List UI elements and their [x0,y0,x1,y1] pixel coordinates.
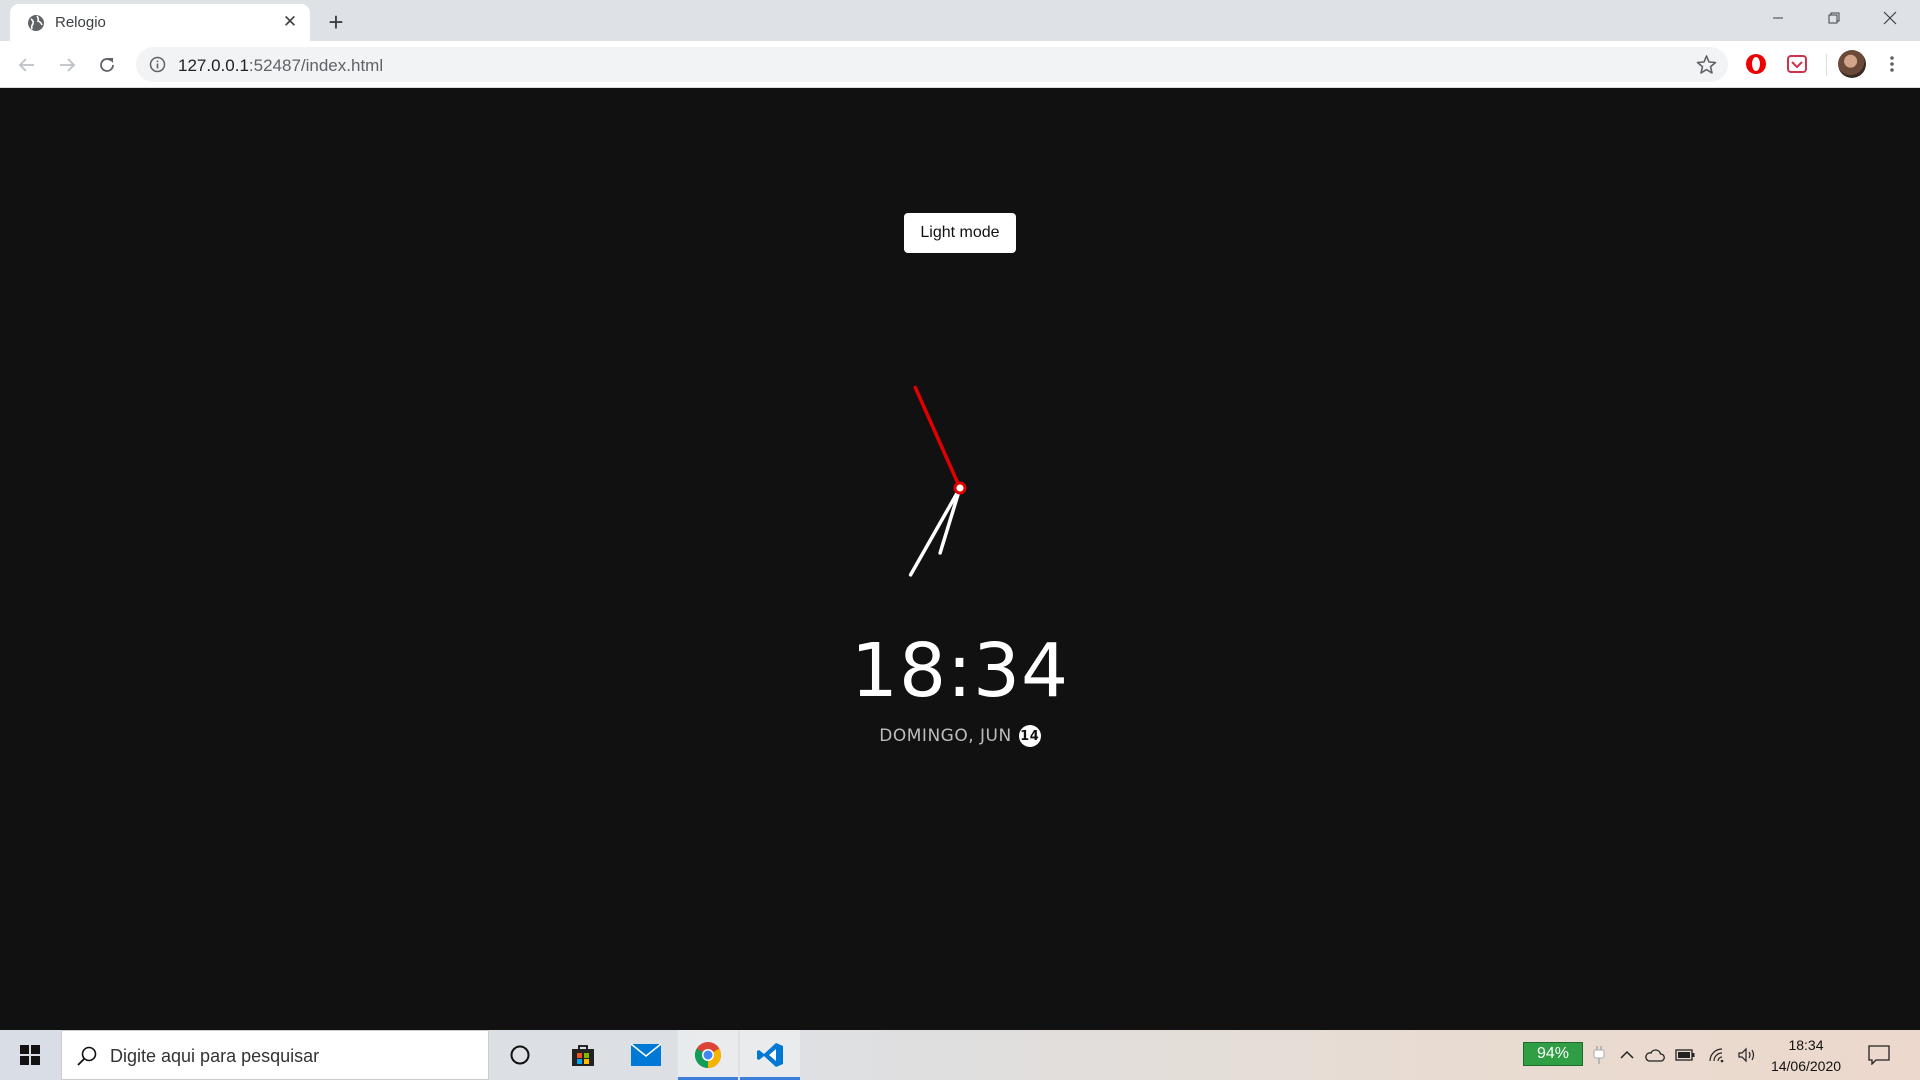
taskbar-clock[interactable]: 18:34 14/06/2020 [1766,1035,1846,1077]
restore-window-button[interactable] [1806,0,1862,36]
close-icon [1883,11,1897,25]
notification-icon [1868,1045,1890,1065]
analog-clock [908,385,967,577]
digital-time: 18:34 [850,628,1070,714]
tab-relogio[interactable]: Relogio ✕ [10,4,310,41]
more-vertical-icon [1890,56,1894,72]
cortana-icon [510,1045,530,1065]
date-text: DOMINGO, JUN [879,726,1012,746]
vscode-icon [757,1043,783,1067]
search-placeholder: Digite aqui para pesquisar [110,1046,320,1066]
clock-center-pin [953,481,967,495]
onedrive-cloud-icon[interactable] [1644,1044,1666,1066]
pocket-extension-icon[interactable] [1785,52,1809,76]
minimize-icon [1773,17,1783,19]
profile-avatar[interactable] [1838,50,1866,78]
date-display: DOMINGO, JUN 14 [760,725,1160,747]
notifications-button[interactable] [1866,1042,1892,1068]
chrome-icon [694,1042,722,1069]
store-icon [572,1045,594,1066]
globe-icon [28,15,44,31]
reload-icon [100,58,114,72]
bookmark-star-icon[interactable] [1696,54,1717,75]
chrome-taskbar-button[interactable] [678,1030,738,1080]
opera-extension-icon[interactable] [1744,52,1768,76]
close-tab-icon[interactable]: ✕ [279,11,301,33]
reload-button[interactable] [93,51,121,79]
close-window-button[interactable] [1862,0,1918,36]
back-button[interactable] [13,51,41,79]
mail-taskbar-button[interactable] [616,1030,676,1080]
clock-page: Light mode 18:34 DOMINGO, JUN 14 [0,88,1920,1030]
browser-menu-button[interactable] [1880,52,1904,76]
mail-icon [631,1044,661,1066]
restore-icon [1828,12,1840,24]
tab-title: Relogio [55,14,106,31]
url-text: 127.0.0.1:52487/index.html [178,56,383,76]
minute-hand [908,486,962,577]
url-host: 127.0.0.1 [178,56,249,75]
address-bar[interactable]: 127.0.0.1:52487/index.html [136,47,1728,82]
windows-taskbar: Digite aqui para pesquisar 94% 18:34 14/… [0,1030,1920,1080]
taskbar-search-box[interactable]: Digite aqui para pesquisar [61,1030,489,1080]
cortana-button[interactable] [490,1030,550,1080]
minimize-window-button[interactable] [1750,0,1806,36]
store-taskbar-button[interactable] [553,1030,613,1080]
volume-icon[interactable] [1736,1044,1758,1066]
info-icon[interactable] [149,56,166,73]
plug-icon [1588,1044,1610,1066]
search-icon [77,1046,97,1066]
arrow-right-icon [60,58,76,72]
second-hand [913,385,962,490]
vscode-taskbar-button[interactable] [740,1030,800,1080]
battery-icon[interactable] [1674,1044,1696,1066]
taskbar-date: 14/06/2020 [1770,1058,1842,1074]
show-hidden-icons-chevron-icon[interactable] [1616,1044,1638,1066]
browser-tabstrip: Relogio ✕ + [0,0,1920,41]
toolbar-separator [1826,54,1827,76]
browser-toolbar: 127.0.0.1:52487/index.html [0,41,1920,88]
windows-logo-icon [20,1045,40,1065]
day-badge: 14 [1018,725,1041,747]
theme-toggle-button[interactable]: Light mode [904,213,1016,253]
forward-button[interactable] [53,51,81,79]
new-tab-button[interactable]: + [322,8,350,36]
wifi-icon[interactable] [1707,1044,1729,1066]
url-path: :52487/index.html [248,56,384,75]
arrow-left-icon [18,58,34,72]
taskbar-time: 18:34 [1788,1037,1824,1053]
start-button[interactable] [0,1030,60,1080]
battery-percent-badge: 94% [1523,1042,1583,1066]
